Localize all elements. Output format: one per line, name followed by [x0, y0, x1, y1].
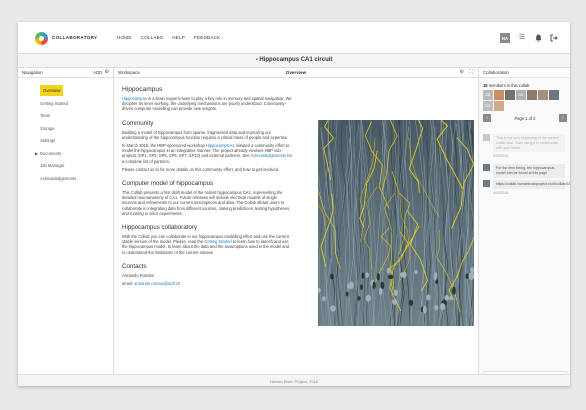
nav-item-acknowledgements[interactable]: Acknowledgements — [40, 173, 110, 186]
nav-item-label: Team — [40, 113, 51, 118]
email-label: email: — [122, 281, 135, 287]
topnav-home[interactable]: HOME — [117, 35, 132, 40]
member-avatar[interactable] — [538, 90, 548, 100]
chat-avatar — [483, 179, 490, 187]
heading-contacts: Contacts — [122, 262, 147, 270]
chevron-right-icon[interactable]: ▶ — [35, 148, 38, 161]
member-avatar[interactable]: JA — [516, 90, 526, 100]
contact-email-line: email: armando.romani@epfl.ch — [122, 281, 292, 286]
members-text: members in this collab — [487, 83, 530, 88]
chat-bubble: For the time being, the hippocampus mode… — [493, 164, 565, 178]
heading-computer-model: Computer model of hippocampus — [122, 180, 214, 188]
chevron-right-icon[interactable]: › — [559, 114, 567, 122]
top-bar: COLLABORATORY HOME COLLABS HELP FEEDBACK… — [18, 22, 570, 54]
acknowledgements-link[interactable]: Acknowledgements — [251, 153, 287, 158]
expand-icon[interactable]: ⛶ — [469, 69, 473, 75]
footer: Human Brain Project, 2016 — [18, 374, 570, 386]
chat-avatar — [483, 164, 490, 172]
heading-hippocampus: Hippocampus — [122, 86, 163, 93]
nav-item-label: Documents — [40, 150, 62, 156]
logout-icon[interactable] — [550, 34, 558, 42]
navigation-panel: Navigation ADD ⚙ Overview Getting Starte… — [18, 68, 114, 386]
heading-community: Community — [122, 119, 154, 127]
collaboration-panel: Collaboration 18 members in this collab … — [478, 68, 570, 386]
workspace-panel: Workspace Overview ⚙ ⛶ Hippocampus Hippo… — [114, 68, 478, 386]
collab-title-bar: ▪ Hippocampus CA1 circuit — [18, 54, 570, 68]
nav-item-label: Acknowledgements — [40, 175, 77, 181]
member-avatar[interactable] — [549, 90, 559, 100]
chat-bubble: This is the very beginning of the curren… — [493, 134, 565, 153]
page-label: Page 1 of 2 — [514, 115, 536, 121]
topnav-help[interactable]: HELP — [172, 35, 185, 40]
email-link[interactable]: armando.romani@epfl.ch — [134, 281, 180, 286]
footer-text: Human Brain Project, 2016 — [269, 378, 319, 384]
intro-text: is a brain region known to play a key ro… — [122, 96, 292, 112]
nav-item-getting-started[interactable]: Getting Started — [40, 98, 110, 111]
list-icon[interactable]: ☰ — [518, 34, 526, 42]
overview-document: Hippocampus Hippocampus is a brain regio… — [122, 86, 292, 289]
nav-item-overview[interactable]: Overview — [40, 85, 110, 98]
chat-avatar — [483, 134, 490, 141]
member-avatar[interactable] — [494, 90, 504, 100]
navigation-label: Navigation — [22, 70, 43, 75]
community-paragraph-1: Building a model of hippocampus from spa… — [122, 129, 289, 140]
nav-item-settings[interactable]: Settings — [40, 135, 110, 148]
top-bar-actions: NA ☰ — [500, 33, 558, 43]
bell-icon[interactable] — [534, 34, 542, 42]
chat-bubble[interactable]: https://collab.humanbrainproject.eu/#/co… — [493, 179, 570, 189]
member-avatar[interactable]: ZB — [483, 90, 493, 100]
collaboration-label: Collaboration — [483, 70, 509, 75]
member-avatar[interactable] — [505, 90, 515, 100]
nav-item-storage[interactable]: Storage — [40, 123, 110, 136]
nav-item-label: Settings — [40, 138, 56, 143]
user-avatar[interactable]: NA — [500, 33, 510, 43]
intro-paragraph: Hippocampus is a brain region known to p… — [122, 96, 292, 112]
members-pager: ‹ Page 1 of 2 › — [483, 114, 567, 122]
nav-item-label: Getting Started — [40, 100, 69, 106]
navigation-header: Navigation ADD ⚙ — [18, 68, 113, 78]
chat-timestamp: 4/03/2016 — [493, 190, 509, 195]
chat-message: https://collab.humanbrainproject.eu/#/co… — [483, 179, 570, 189]
hippocampus-neurons-image — [318, 120, 474, 326]
add-nav-item-button[interactable]: ADD — [93, 70, 102, 75]
community-paragraph-3: Please contact us to for more details on… — [122, 166, 280, 172]
community-paragraph-2: In March 2015, the HBP-sponsored worksho… — [122, 143, 292, 164]
app-window: COLLABORATORY HOME COLLABS HELP FEEDBACK… — [18, 22, 570, 386]
gear-icon[interactable]: ⚙ — [105, 69, 109, 75]
page-title-text: Hippocampus CA1 circuit — [259, 57, 333, 63]
heading-collaboratory: Hippocampus collaboratory — [122, 224, 197, 232]
member-avatars: ZB JA SA — [483, 90, 567, 111]
topnav-feedback[interactable]: FEEDBACK — [194, 35, 220, 40]
top-nav: HOME COLLABS HELP FEEDBACK — [117, 35, 220, 40]
contact-name: Armando Romani — [122, 272, 154, 278]
member-avatar[interactable] — [494, 101, 504, 111]
nav-item-label: Storage — [40, 125, 55, 131]
nav-item-documents[interactable]: ▶ Documents — [35, 148, 110, 161]
gear-icon[interactable]: ⚙ — [460, 69, 464, 75]
member-avatar[interactable] — [527, 90, 537, 100]
nav-list: Overview Getting Started Team Storage Se… — [35, 85, 110, 186]
nav-item-label: Job Manager — [40, 163, 65, 168]
chat-message: This is the very beginning of the curren… — [483, 134, 567, 153]
chat-messages: This is the very beginning of the curren… — [483, 134, 570, 201]
topnav-collabs[interactable]: COLLABS — [141, 35, 164, 40]
collaboration-header: Collaboration — [479, 68, 570, 78]
collaboratory-logo-icon[interactable] — [35, 32, 48, 45]
chat-message: For the time being, the hippocampus mode… — [483, 164, 567, 178]
model-paragraph: This Collab presents a first draft model… — [122, 190, 291, 216]
workspace-header: Workspace Overview ⚙ ⛶ — [114, 68, 478, 78]
nav-item-job-manager[interactable]: Job Manager — [40, 160, 110, 173]
page-title: ▪ Hippocampus CA1 circuit — [18, 57, 570, 63]
nav-item-label: Overview — [40, 85, 64, 96]
collab-paragraph: With the Collab you can collaborate in o… — [122, 234, 292, 255]
workspace-tab-overview[interactable]: Overview — [114, 70, 478, 75]
members-count: 18 members in this collab — [483, 83, 529, 88]
member-avatar[interactable]: SA — [483, 101, 493, 111]
nav-item-team[interactable]: Team — [40, 110, 110, 123]
brand-name[interactable]: COLLABORATORY — [52, 35, 97, 40]
chat-timestamp: 3/03/2016 — [493, 154, 509, 159]
